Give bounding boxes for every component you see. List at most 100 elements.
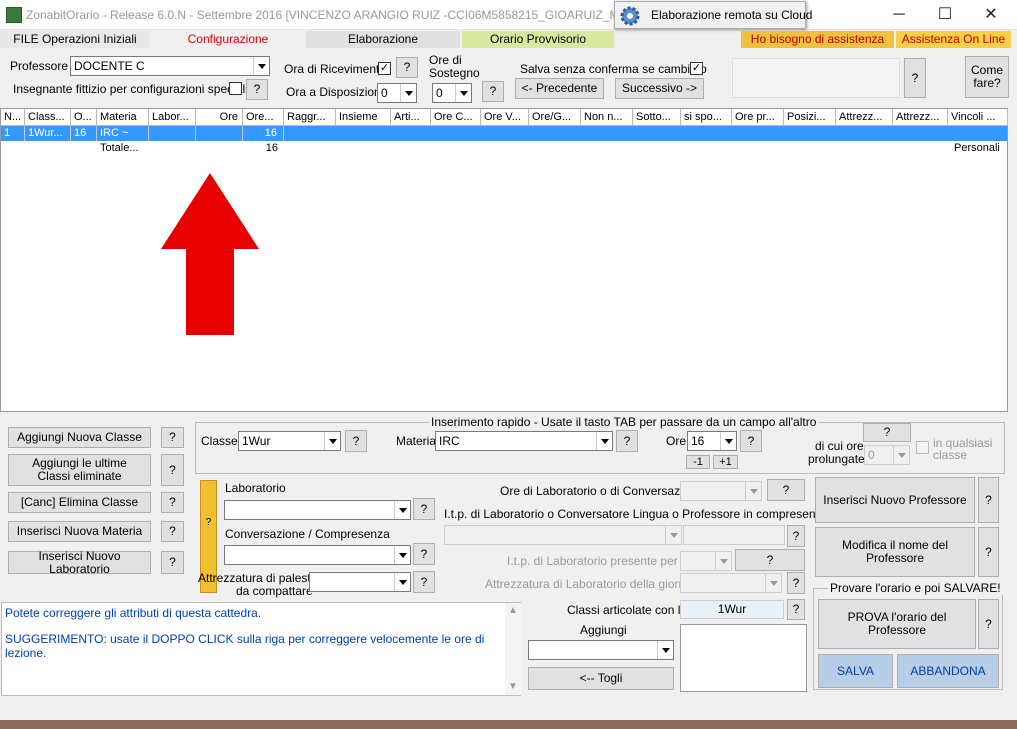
column-header[interactable]: Class... [25,109,71,126]
ore-minus-button[interactable]: -1 [686,455,710,469]
ora-disposizione-select[interactable]: 0 [377,83,417,103]
articolate-help-button[interactable]: ? [787,599,805,620]
column-header[interactable]: Ore... [243,109,284,126]
tab-assistenza-online[interactable]: Assistenza On Line [896,31,1011,48]
messages-scrollbar[interactable]: ▲ ▼ [505,603,521,695]
cattedre-table[interactable]: N... Class... O... Materia Labor... Ore … [0,108,1008,412]
successivo-button[interactable]: Successivo -> [615,78,704,99]
column-header[interactable]: Ore C... [431,109,481,126]
maximize-button[interactable]: ☐ [922,0,968,30]
column-header[interactable]: Vincoli ... [948,109,1008,126]
column-header[interactable]: Ore/G... [529,109,581,126]
conversazione-select[interactable] [224,545,411,565]
scroll-down-icon[interactable]: ▼ [508,681,518,692]
sostegno-help-button[interactable]: ? [482,81,504,102]
aggiungi-select[interactable] [528,640,674,660]
column-header[interactable]: Labor... [149,109,196,126]
conversazione-help-button[interactable]: ? [413,543,435,565]
prolungate-select[interactable]: 0 [864,445,910,465]
column-header[interactable]: Ore pr... [732,109,784,126]
elimina-help-button[interactable]: ? [161,492,184,513]
fittizio-help-button[interactable]: ? [246,79,268,100]
inserisci-prof-help-button[interactable]: ? [978,477,999,523]
tab-configurazione[interactable]: Configurazione [153,31,303,48]
prova-help-button[interactable]: ? [978,599,999,649]
itp-field[interactable] [683,525,785,545]
attrezzatura-palestra-select[interactable] [309,572,411,592]
column-header[interactable]: O... [71,109,97,126]
itp-presente-help-button[interactable]: ? [735,549,805,571]
classe-help-button[interactable]: ? [345,430,367,452]
aggiungi-classe-button[interactable]: Aggiungi Nuova Classe [8,427,151,448]
close-button[interactable]: ✕ [968,0,1014,30]
chevron-down-icon [720,432,736,450]
articolate-list[interactable] [680,624,807,692]
column-header[interactable]: Materia [97,109,149,126]
come-fare-button[interactable]: Come fare? [965,56,1009,98]
cloud-popup[interactable]: Elaborazione remota su Cloud [614,1,812,29]
itp-select[interactable] [444,525,682,545]
ore-sostegno-select[interactable]: 0 [432,83,472,103]
column-header[interactable]: Ore [196,109,243,126]
column-header[interactable]: Non n... [581,109,633,126]
elimina-classe-button[interactable]: [Canc] Elimina Classe [8,492,151,513]
prolungate-help-button[interactable]: ? [863,423,911,442]
abbandona-button[interactable]: ABBANDONA [897,654,999,688]
laboratorio-select[interactable] [224,500,411,520]
nuovo-laboratorio-button[interactable]: Inserisci Nuovo Laboratorio [8,549,151,575]
column-header[interactable]: Ore V... [481,109,529,126]
salva-button[interactable]: SALVA [818,654,893,688]
togli-button[interactable]: <-- Togli [528,667,674,690]
column-header[interactable]: Posizi... [784,109,836,126]
salva-conferma-checkbox[interactable]: ✓ [690,62,703,75]
column-header[interactable]: Attrezz... [893,109,948,126]
materia-select[interactable]: IRC [435,431,613,451]
tab-orario-provvisorio[interactable]: Orario Provvisorio [462,31,614,48]
nuovo-lab-help-button[interactable]: ? [161,551,184,574]
ricevimento-help-button[interactable]: ? [396,57,418,78]
ore-select[interactable]: 16 [687,431,737,451]
column-header[interactable]: Insieme [336,109,391,126]
prova-orario-button[interactable]: PROVA l'orario del Professore [818,599,976,649]
inserisci-professore-button[interactable]: Inserisci Nuovo Professore [815,477,975,523]
ore-plus-button[interactable]: +1 [713,455,738,469]
itp-help-button[interactable]: ? [787,525,805,547]
tab-file[interactable]: FILE Operazioni Iniziali [0,31,150,48]
itp-presente-select[interactable] [680,551,732,571]
attrezzatura-help-button[interactable]: ? [413,571,435,593]
column-header[interactable]: N... [1,109,25,126]
laboratorio-help-button[interactable]: ? [413,498,435,520]
ore-lab-help-button[interactable]: ? [767,479,805,501]
column-header[interactable]: Raggr... [284,109,336,126]
attrezzatura-giornata-select[interactable] [680,573,782,593]
tab-elaborazione[interactable]: Elaborazione [306,31,460,48]
modifica-nome-button[interactable]: Modifica il nome del Professore [815,527,975,577]
materia-help-button[interactable]: ? [616,430,638,452]
column-header[interactable]: Arti... [391,109,431,126]
aggiungi-ultime-button[interactable]: Aggiungi le ultime Classi eliminate [8,454,151,486]
messages-box[interactable]: Potete correggere gli attributi di quest… [1,602,521,696]
professore-select[interactable]: DOCENTE C [70,56,270,76]
precedente-button[interactable]: <- Precedente [515,78,604,99]
scroll-up-icon[interactable]: ▲ [508,605,518,616]
info-help-button[interactable]: ? [904,58,926,98]
column-header[interactable]: Sotto... [633,109,681,126]
qualsiasi-classe-checkbox[interactable] [916,441,929,454]
table-row[interactable]: 1 1Wur... 16 IRC ~ 16 [1,126,1007,141]
minimize-button[interactable]: ─ [876,0,922,30]
modifica-nome-help-button[interactable]: ? [978,527,999,577]
table-row[interactable]: Totale... 16 Personali [1,141,1007,156]
ore-laboratorio-select[interactable] [680,481,762,501]
ore-help-button[interactable]: ? [740,430,762,452]
aggiungi-classe-help-button[interactable]: ? [161,427,184,448]
fittizio-checkbox[interactable] [229,82,242,95]
column-header[interactable]: si spo... [681,109,732,126]
ora-ricevimento-checkbox[interactable]: ✓ [378,62,391,75]
nuova-materia-button[interactable]: Inserisci Nuova Materia [8,521,151,542]
aggiungi-ultime-help-button[interactable]: ? [161,454,184,486]
column-header[interactable]: Attrezz... [836,109,893,126]
classe-select[interactable]: 1Wur [238,431,341,451]
nuova-materia-help-button[interactable]: ? [161,521,184,542]
tab-assistenza[interactable]: Ho bisogno di assistenza [741,31,894,48]
attrezzatura-giornata-help-button[interactable]: ? [787,572,805,594]
